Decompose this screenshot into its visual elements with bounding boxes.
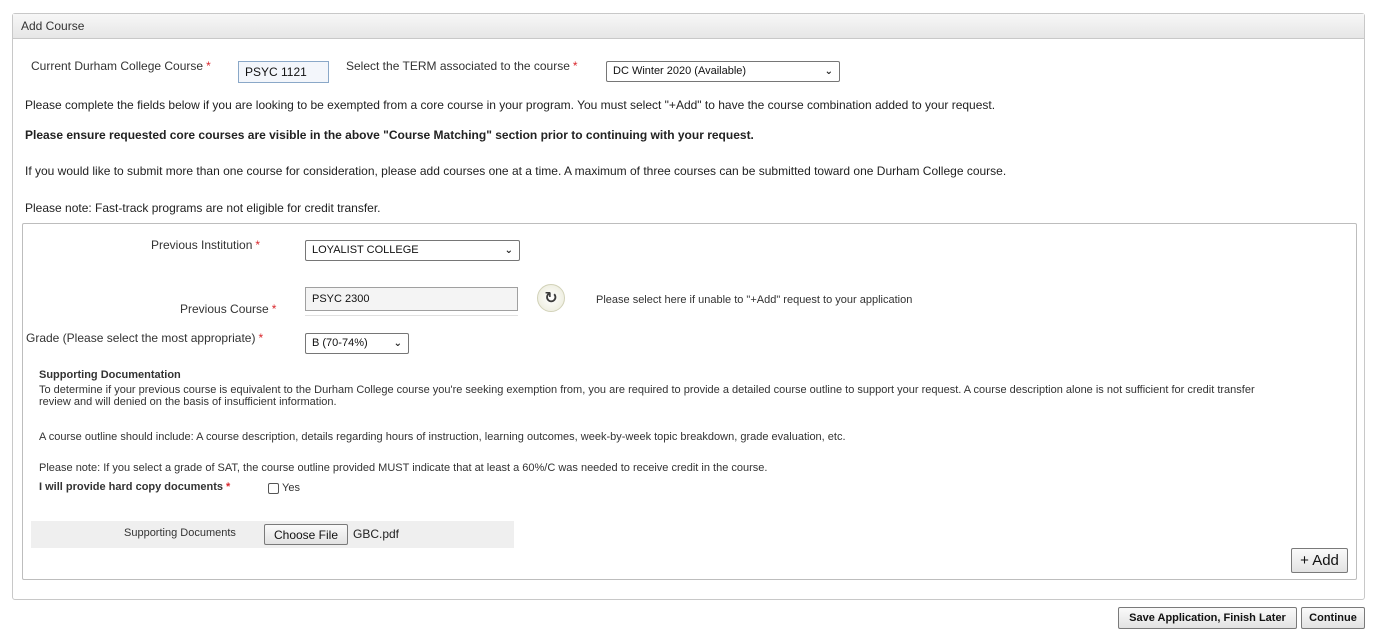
hard-copy-option[interactable]: Yes bbox=[268, 482, 300, 494]
instruction-line-2: Please ensure requested core courses are… bbox=[25, 128, 754, 142]
choose-file-button[interactable]: Choose File bbox=[264, 524, 348, 545]
chevron-down-icon: ⌄ bbox=[824, 66, 833, 77]
save-later-button[interactable]: Save Application, Finish Later bbox=[1118, 607, 1297, 629]
support-heading: Supporting Documentation bbox=[39, 369, 181, 381]
outline-text: A course outline should include: A cours… bbox=[39, 431, 846, 443]
term-select[interactable]: DC Winter 2020 (Available) ⌄ bbox=[606, 61, 840, 82]
supporting-docs-label: Supporting Documents bbox=[124, 527, 236, 539]
refresh-icon[interactable]: ↻ bbox=[537, 284, 565, 312]
panel-title: Add Course bbox=[13, 14, 1364, 39]
prev-institution-select[interactable]: LOYALIST COLLEGE ⌄ bbox=[305, 240, 520, 261]
instruction-line-4: Please note: Fast-track programs are not… bbox=[25, 201, 381, 215]
instruction-line-3: If you would like to submit more than on… bbox=[25, 164, 1007, 178]
chevron-down-icon: ⌄ bbox=[504, 245, 513, 256]
prev-course-input[interactable]: PSYC 2300 bbox=[305, 287, 518, 311]
current-course-label: Current Durham College Course * bbox=[31, 59, 211, 73]
term-label: Select the TERM associated to the course… bbox=[346, 59, 578, 73]
prev-course-label: Previous Course * bbox=[180, 302, 277, 316]
refresh-hint: Please select here if unable to "+Add" r… bbox=[596, 294, 913, 306]
support-text: To determine if your previous course is … bbox=[39, 384, 1255, 408]
hard-copy-label: I will provide hard copy documents * bbox=[39, 481, 231, 493]
prev-institution-label: Previous Institution * bbox=[151, 238, 261, 252]
sat-note: Please note: If you select a grade of SA… bbox=[39, 462, 768, 474]
add-course-button[interactable]: + Add bbox=[1291, 548, 1348, 573]
hard-copy-checkbox[interactable] bbox=[268, 482, 279, 494]
supporting-docs-row: Supporting Documents Choose File GBC.pdf bbox=[31, 521, 514, 548]
instruction-line-1: Please complete the fields below if you … bbox=[25, 98, 996, 112]
current-course-input[interactable]: PSYC 1121 bbox=[238, 61, 329, 83]
chevron-down-icon: ⌄ bbox=[393, 338, 402, 349]
grade-select[interactable]: B (70-74%) ⌄ bbox=[305, 333, 409, 354]
continue-button[interactable]: Continue bbox=[1301, 607, 1365, 629]
file-name: GBC.pdf bbox=[353, 527, 400, 541]
grade-label: Grade (Please select the most appropriat… bbox=[26, 331, 264, 345]
input-underline bbox=[305, 312, 518, 316]
